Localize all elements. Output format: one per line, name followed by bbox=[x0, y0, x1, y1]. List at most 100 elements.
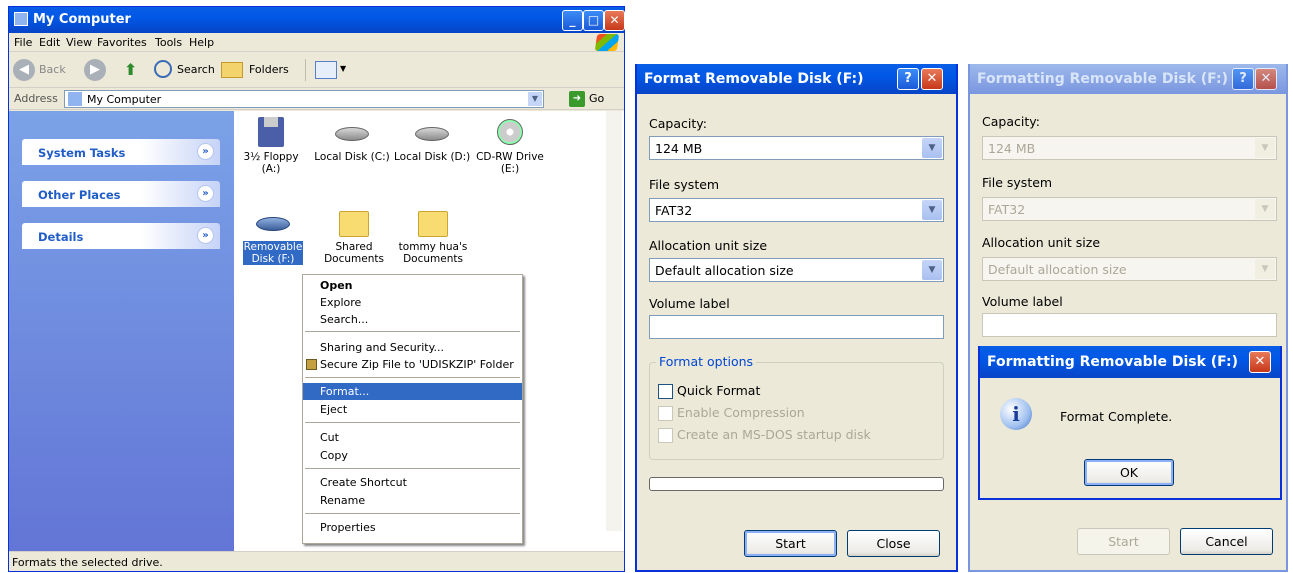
start-button[interactable]: Start bbox=[1077, 528, 1170, 555]
drive-a[interactable]: 3½ Floppy (A:) bbox=[241, 117, 301, 175]
menu-tools[interactable]: Tools bbox=[155, 36, 182, 49]
address-dropdown-icon[interactable]: ▼ bbox=[528, 92, 542, 106]
messagebox-close-icon[interactable]: ✕ bbox=[1249, 351, 1271, 373]
folders-icon[interactable] bbox=[221, 62, 243, 78]
allocation-label: Allocation unit size bbox=[649, 238, 768, 253]
menu-view[interactable]: View bbox=[66, 36, 92, 49]
floppy-icon bbox=[258, 117, 284, 147]
start-button[interactable]: Start bbox=[744, 530, 837, 557]
menu-separator bbox=[305, 513, 520, 514]
menu-item-format[interactable]: Format... bbox=[303, 383, 522, 400]
up-folder-icon[interactable]: ⬆ bbox=[124, 60, 144, 80]
menu-edit[interactable]: Edit bbox=[39, 36, 60, 49]
address-input[interactable]: My Computer ▼ bbox=[64, 90, 544, 108]
details-panel[interactable]: Details » bbox=[22, 223, 220, 249]
expand-chevron-icon[interactable]: » bbox=[197, 227, 214, 244]
forward-icon[interactable]: ▶ bbox=[84, 59, 106, 81]
menu-item-copy[interactable]: Copy bbox=[303, 447, 522, 464]
volume-label-input[interactable] bbox=[649, 315, 944, 339]
expand-chevron-icon[interactable]: » bbox=[197, 185, 214, 202]
allocation-label: Allocation unit size bbox=[982, 235, 1101, 250]
allocation-select[interactable]: Default allocation size ▼ bbox=[982, 257, 1277, 281]
menu-item-cut[interactable]: Cut bbox=[303, 429, 522, 446]
drive-label: CD-RW Drive (E:) bbox=[476, 151, 544, 175]
progress-bar bbox=[649, 477, 944, 491]
formatting-dialog-title: Formatting Removable Disk (F:) bbox=[977, 71, 1228, 87]
help-button[interactable]: ? bbox=[1232, 68, 1254, 90]
file-system-label: File system bbox=[649, 177, 720, 192]
shared-documents-folder[interactable]: Shared Documents bbox=[316, 207, 392, 265]
volume-label: Volume label bbox=[982, 294, 1063, 309]
back-button[interactable]: Back bbox=[39, 63, 66, 76]
messagebox-titlebar[interactable]: Formatting Removable Disk (F:) ✕ bbox=[980, 346, 1280, 378]
chevron-down-icon: ▼ bbox=[1255, 138, 1275, 158]
scrollbar[interactable] bbox=[606, 111, 622, 531]
close-dialog-button[interactable]: Close bbox=[847, 530, 940, 557]
folders-button[interactable]: Folders bbox=[249, 63, 289, 76]
file-system-select[interactable]: FAT32 ▼ bbox=[649, 198, 944, 222]
help-button[interactable]: ? bbox=[897, 68, 919, 90]
close-button[interactable]: ✕ bbox=[604, 10, 625, 31]
dialog-close-icon[interactable]: ✕ bbox=[1255, 68, 1277, 90]
drive-label: Local Disk (C:) bbox=[314, 151, 390, 163]
menu-item-open[interactable]: Open bbox=[303, 277, 522, 294]
dialog-close-icon[interactable]: ✕ bbox=[921, 68, 943, 90]
menu-favorites[interactable]: Favorites bbox=[97, 36, 147, 49]
menu-separator bbox=[305, 468, 520, 469]
format-dialog-titlebar[interactable]: Format Removable Disk (F:) ? ✕ bbox=[637, 64, 956, 94]
enable-compression-checkbox[interactable]: Enable Compression bbox=[658, 405, 805, 421]
drive-c[interactable]: Local Disk (C:) bbox=[314, 117, 390, 163]
formatting-dialog-titlebar[interactable]: Formatting Removable Disk (F:) ? ✕ bbox=[970, 64, 1286, 94]
menu-item-sharing[interactable]: Sharing and Security... bbox=[303, 339, 522, 356]
folder-label: tommy hua's Documents bbox=[398, 241, 468, 265]
messagebox-title: Formatting Removable Disk (F:) bbox=[987, 354, 1238, 370]
menu-separator bbox=[305, 331, 520, 332]
menu-help[interactable]: Help bbox=[189, 36, 214, 49]
menu-item-properties[interactable]: Properties bbox=[303, 519, 522, 536]
system-tasks-panel[interactable]: System Tasks » bbox=[22, 139, 220, 165]
allocation-select[interactable]: Default allocation size ▼ bbox=[649, 258, 944, 282]
maximize-button[interactable]: □ bbox=[583, 10, 604, 31]
go-arrow-icon[interactable]: ➜ bbox=[569, 91, 585, 107]
search-button[interactable]: Search bbox=[177, 63, 215, 76]
msdos-startup-checkbox[interactable]: Create an MS-DOS startup disk bbox=[658, 427, 871, 443]
other-places-panel[interactable]: Other Places » bbox=[22, 181, 220, 207]
expand-chevron-icon[interactable]: » bbox=[197, 143, 214, 160]
menu-item-rename[interactable]: Rename bbox=[303, 492, 522, 509]
menu-item-create-shortcut[interactable]: Create Shortcut bbox=[303, 474, 522, 491]
drive-label: 3½ Floppy (A:) bbox=[243, 151, 299, 175]
file-system-select[interactable]: FAT32 ▼ bbox=[982, 197, 1277, 221]
drive-d[interactable]: Local Disk (D:) bbox=[394, 117, 470, 163]
back-icon[interactable]: ◀ bbox=[13, 59, 35, 81]
menu-item-search[interactable]: Search... bbox=[303, 311, 522, 328]
format-dialog: Format Removable Disk (F:) ? ✕ Capacity:… bbox=[635, 64, 958, 572]
ok-button[interactable]: OK bbox=[1084, 459, 1174, 486]
drive-f[interactable]: Removable Disk (F:) bbox=[243, 207, 303, 265]
details-label: Details bbox=[38, 230, 84, 244]
menu-item-secure-zip[interactable]: Secure Zip File to 'UDISKZIP' Folder bbox=[303, 356, 522, 373]
explorer-titlebar[interactable]: My Computer _ □ ✕ bbox=[9, 7, 625, 33]
capacity-select[interactable]: 124 MB ▼ bbox=[649, 136, 944, 160]
go-button[interactable]: Go bbox=[589, 92, 604, 105]
views-dropdown-icon[interactable]: ▼ bbox=[340, 64, 346, 73]
address-bar: Address My Computer ▼ ➜ Go bbox=[9, 88, 624, 110]
menu-item-eject[interactable]: Eject bbox=[303, 401, 522, 418]
explorer-title: My Computer bbox=[33, 12, 131, 27]
hard-disk-icon bbox=[415, 127, 449, 141]
views-icon[interactable] bbox=[315, 61, 337, 79]
menu-item-explore[interactable]: Explore bbox=[303, 294, 522, 311]
toolbar: ◀ Back ▶ ⬆ Search Folders ▼ bbox=[9, 52, 624, 88]
address-value: My Computer bbox=[87, 93, 162, 106]
minimize-button[interactable]: _ bbox=[562, 10, 583, 31]
quick-format-checkbox[interactable]: Quick Format bbox=[658, 383, 760, 399]
user-documents-folder[interactable]: tommy hua's Documents bbox=[395, 207, 471, 265]
menu-separator bbox=[305, 422, 520, 423]
search-icon[interactable] bbox=[154, 60, 172, 78]
chevron-down-icon: ▼ bbox=[922, 200, 942, 220]
drive-e[interactable]: CD-RW Drive (E:) bbox=[472, 117, 548, 175]
cancel-button[interactable]: Cancel bbox=[1180, 528, 1273, 555]
volume-label-input[interactable] bbox=[982, 313, 1277, 337]
chevron-down-icon: ▼ bbox=[922, 138, 942, 158]
capacity-select[interactable]: 124 MB ▼ bbox=[982, 136, 1277, 160]
menu-file[interactable]: File bbox=[14, 36, 32, 49]
